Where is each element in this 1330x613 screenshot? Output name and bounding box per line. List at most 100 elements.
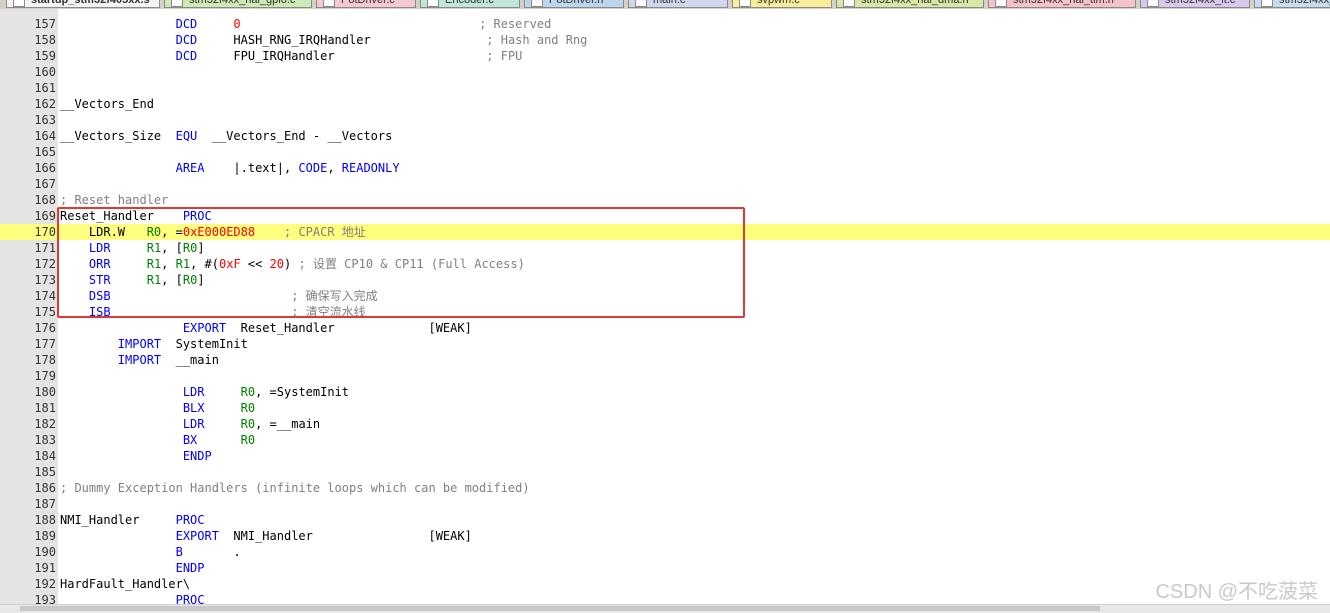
code-line[interactable]: 175 ISB ; 清空流水线 xyxy=(0,304,1330,320)
code-token: ; Dummy Exception Handlers (infinite loo… xyxy=(60,481,530,495)
code-line[interactable]: 171 LDR R1, [R0] xyxy=(0,240,1330,256)
code-line[interactable]: 165 xyxy=(0,144,1330,160)
code-line[interactable]: 186 ; Dummy Exception Handlers (infinite … xyxy=(0,480,1330,496)
code-token: , #( xyxy=(190,257,219,271)
code-line[interactable]: 176 EXPORT Reset_Handler [WEAK] xyxy=(0,320,1330,336)
file-tab-bar: startup_stm32f405xx.s stm32f4xx_hal_gpio.… xyxy=(0,0,1330,9)
code-token: , = xyxy=(161,225,183,239)
code-token: Reset_Handler [WEAK] xyxy=(226,321,472,335)
code-line[interactable]: 157 DCD 0 ; Reserved xyxy=(0,16,1330,32)
code-line[interactable]: 173 STR R1, [R0] xyxy=(0,272,1330,288)
file-tab-label: PotDriver.h xyxy=(549,0,604,6)
line-number: 180 xyxy=(34,385,56,399)
line-number: 169 xyxy=(34,209,56,223)
line-number: 170 xyxy=(34,225,56,239)
code-line[interactable]: 158 DCD HASH_RNG_IRQHandler ; Hash and R… xyxy=(0,32,1330,48)
code-token: READONLY xyxy=(341,161,400,175)
code-line[interactable]: 168 ; Reset handler xyxy=(0,192,1330,208)
code-token: NMI_Handler xyxy=(60,513,176,527)
code-token: STR xyxy=(88,273,111,287)
code-token: LDR xyxy=(88,241,111,255)
code-line[interactable]: 161 xyxy=(0,80,1330,96)
code-token: ISB xyxy=(88,305,111,319)
code-line[interactable]: 172 ORR R1, R1, #(0xF << 20) ; 设置 CP10 &… xyxy=(0,256,1330,272)
code-token: __Vectors_End - __Vectors xyxy=(197,129,393,143)
code-token: R1 xyxy=(175,257,191,271)
scrollbar-thumb[interactable] xyxy=(20,606,1100,611)
code-token: 20 xyxy=(269,257,285,271)
code-line[interactable]: 189 EXPORT NMI_Handler [WEAK] xyxy=(0,528,1330,544)
file-tab[interactable]: stm32f4xx_hal_tim.h xyxy=(988,0,1136,8)
file-tab[interactable]: stm32f4xx_it.h xyxy=(1254,0,1330,8)
line-number: 173 xyxy=(34,273,56,287)
code-line[interactable]: 159 DCD FPU_IRQHandler ; FPU xyxy=(0,48,1330,64)
code-text: ORR R1, R1, #(0xF << 20) ; 设置 CP10 & CP1… xyxy=(60,256,525,272)
code-line[interactable]: 190 B . xyxy=(0,544,1330,560)
code-token: ; xyxy=(291,289,306,303)
code-line[interactable]: 182 LDR R0, =__main xyxy=(0,416,1330,432)
code-line[interactable]: 184 ENDP xyxy=(0,448,1330,464)
file-tab[interactable]: PotDriver.c xyxy=(316,0,416,8)
code-line[interactable]: 183 BX R0 xyxy=(0,432,1330,448)
code-line[interactable]: 180 LDR R0, =SystemInit xyxy=(0,384,1330,400)
current-line[interactable]: 170 LDR.W R0, =0xE000ED88 ; CPACR 地址 xyxy=(0,224,1330,240)
code-text: BLX R0 xyxy=(60,400,255,416)
code-token: ; CPACR xyxy=(284,225,342,239)
line-number: 185 xyxy=(34,465,56,479)
code-line[interactable]: 163 xyxy=(0,112,1330,128)
code-line[interactable]: 169 Reset_Handler PROC xyxy=(0,208,1330,224)
code-line[interactable]: 187 xyxy=(0,496,1330,512)
code-editor[interactable]: 157 DCD 0 ; Reserved 158 DCD HASH_RNG_IRQ… xyxy=(0,16,1330,608)
code-line[interactable]: 192 HardFault_Handler\ xyxy=(0,576,1330,592)
file-tab[interactable]: stm32f4xx_hal_gpio.c xyxy=(164,0,312,8)
file-tab-label: Encoder.c xyxy=(445,0,494,6)
file-tab[interactable]: stm32f4xx_it.c xyxy=(1140,0,1250,8)
line-number: 160 xyxy=(34,65,56,79)
code-line[interactable]: 177 IMPORT SystemInit xyxy=(0,336,1330,352)
line-number: 157 xyxy=(34,17,56,31)
code-token: 0xF xyxy=(218,257,241,271)
file-tab[interactable]: Encoder.c xyxy=(420,0,520,8)
file-tab[interactable]: svpwm.c xyxy=(732,0,832,8)
code-token: 设置 xyxy=(312,257,337,271)
code-line[interactable]: 179 xyxy=(0,368,1330,384)
file-tab[interactable]: stm32f4xx_hal_dma.h xyxy=(836,0,984,8)
code-token: CP10 & CP11 (Full Access) xyxy=(336,257,525,271)
code-token: ; Hash and Rng xyxy=(486,33,588,47)
code-line[interactable]: 166 AREA |.text|, CODE, READONLY xyxy=(0,160,1330,176)
code-line[interactable]: 185 xyxy=(0,464,1330,480)
code-line[interactable]: 160 xyxy=(0,64,1330,80)
code-token: NMI_Handler [WEAK] xyxy=(218,529,472,543)
code-line[interactable]: 178 IMPORT __main xyxy=(0,352,1330,368)
code-token: R0 xyxy=(146,225,162,239)
file-tab[interactable]: startup_stm32f405xx.s xyxy=(6,0,160,8)
code-token: HASH_RNG_IRQHandler xyxy=(197,33,487,47)
line-number: 189 xyxy=(34,529,56,543)
file-icon xyxy=(635,0,647,7)
code-token: ; Reset handler xyxy=(60,193,169,207)
code-line[interactable]: 191 ENDP xyxy=(0,560,1330,576)
code-token: R0 xyxy=(182,273,198,287)
code-text: LDR.W R0, =0xE000ED88 ; CPACR 地址 xyxy=(60,224,366,240)
code-line[interactable]: 164 __Vectors_Size EQU __Vectors_End - __… xyxy=(0,128,1330,144)
code-line[interactable]: 167 xyxy=(0,176,1330,192)
file-tab[interactable]: main.c xyxy=(628,0,728,8)
code-token: AREA xyxy=(175,161,205,175)
code-line[interactable]: 174 DSB ; 确保写入完成 xyxy=(0,288,1330,304)
code-text: ; Reset handler xyxy=(60,192,168,208)
file-icon xyxy=(323,0,335,7)
file-tab[interactable]: PotDriver.h xyxy=(524,0,624,8)
code-line[interactable]: 162 __Vectors_End xyxy=(0,96,1330,112)
code-text: EXPORT NMI_Handler [WEAK] xyxy=(60,528,472,544)
code-token: ENDP xyxy=(182,449,212,463)
code-line[interactable]: 188 NMI_Handler PROC xyxy=(0,512,1330,528)
code-line[interactable]: 181 BLX R0 xyxy=(0,400,1330,416)
